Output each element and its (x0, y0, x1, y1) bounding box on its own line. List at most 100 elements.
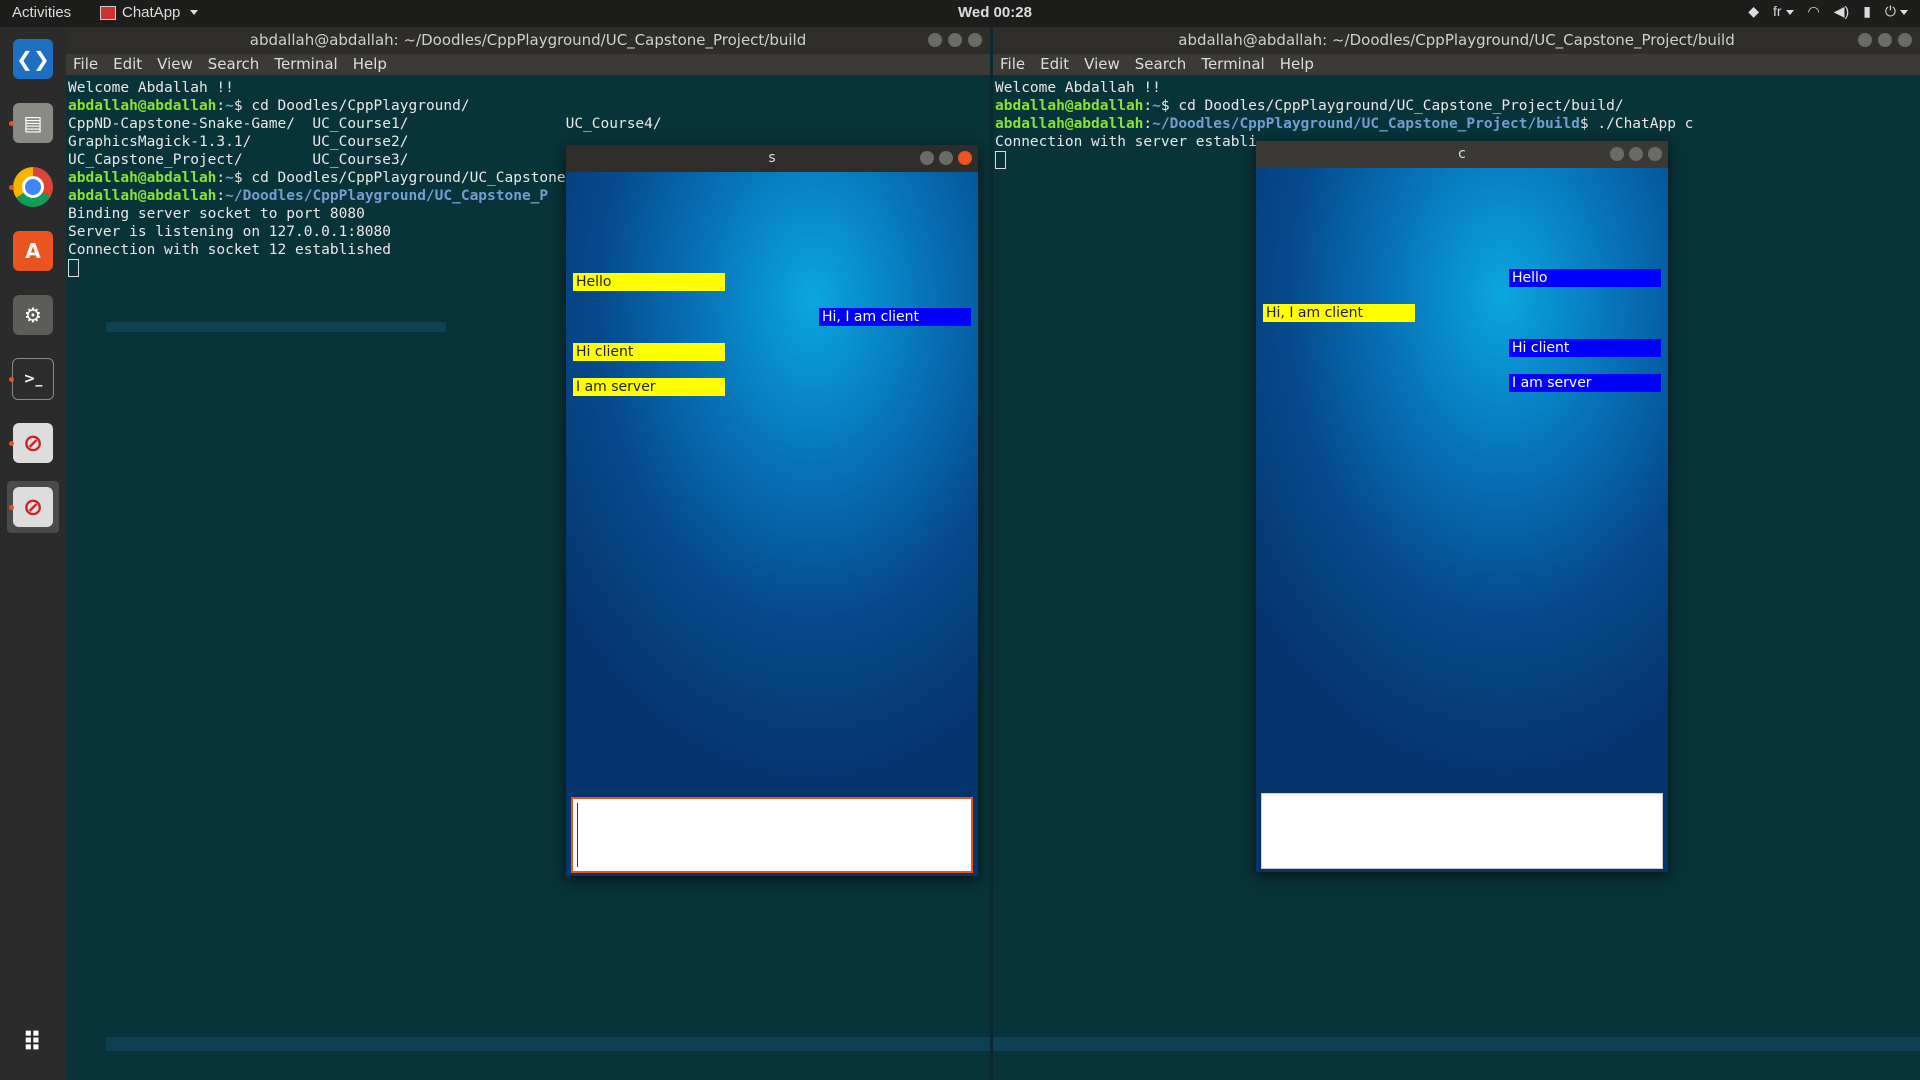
ghost-status-bar (993, 1037, 1920, 1051)
terminal-command: ./ChatApp c (1597, 116, 1694, 132)
menu-help[interactable]: Help (353, 54, 387, 75)
terminal-title: abdallah@abdallah: ~/Doodles/CppPlaygrou… (249, 31, 807, 49)
prompt-path: ~ (1152, 98, 1161, 114)
chat-bubble-received: Hi, I am client (819, 308, 971, 326)
close-button[interactable] (968, 33, 982, 47)
dock-settings[interactable]: ⚙ (7, 289, 59, 341)
app-menu[interactable]: ChatApp (100, 4, 199, 21)
chatapp-menu-icon (100, 5, 116, 20)
wifi-icon[interactable]: ◠ (1808, 3, 1820, 20)
server-chat-window[interactable]: s Hello Hi, I am client Hi client I am s… (566, 145, 978, 876)
window-controls (920, 151, 972, 165)
menu-view[interactable]: View (1084, 54, 1120, 75)
menu-terminal[interactable]: Terminal (1201, 54, 1264, 75)
terminal-command: cd Doodles/CppPlayground/UC_Capstone_Pro… (1178, 98, 1624, 114)
terminal-titlebar[interactable]: abdallah@abdallah: ~/Doodles/CppPlaygrou… (993, 27, 1920, 54)
terminal-title: abdallah@abdallah: ~/Doodles/CppPlaygrou… (1178, 31, 1735, 49)
app-menu-label: ChatApp (122, 4, 181, 21)
minimize-button[interactable] (928, 33, 942, 47)
keyboard-layout[interactable]: fr (1773, 3, 1794, 20)
terminal-line: Server is listening on 127.0.0.1:8080 (68, 224, 392, 240)
dock-software[interactable]: A (7, 225, 59, 277)
dock-terminal[interactable]: >_ (7, 353, 59, 405)
terminal-line: Welcome Abdallah !! (995, 80, 1161, 96)
chat-titlebar[interactable]: c (1256, 141, 1668, 168)
chat-window-title: c (1458, 146, 1466, 162)
chat-bubble-received: Hi client (1509, 339, 1661, 357)
close-button[interactable] (1898, 33, 1912, 47)
prompt-path: ~/Doodles/CppPlayground/UC_Capstone_P (225, 188, 549, 204)
terminal-line: CppND-Capstone-Snake-Game/ UC_Course1/ U… (68, 116, 662, 132)
menu-help[interactable]: Help (1280, 54, 1314, 75)
dock-chrome[interactable] (7, 161, 59, 213)
chat-message-area[interactable]: Hello Hi, I am client Hi client I am ser… (566, 172, 978, 876)
menu-search[interactable]: Search (208, 54, 260, 75)
client-chat-window[interactable]: c Hello Hi, I am client Hi client I am s… (1256, 141, 1668, 872)
top-bar: Activities ChatApp Wed 00:28 ◆ fr ◠ ◀) ▮… (0, 0, 1920, 27)
chat-window-title: s (768, 150, 776, 166)
chevron-down-icon (1785, 9, 1794, 15)
volume-icon[interactable]: ◀) (1834, 3, 1849, 20)
settings-icon: ⚙ (13, 295, 53, 335)
dock-chatapp-1[interactable]: ⊘ (7, 417, 59, 469)
menu-edit[interactable]: Edit (1040, 54, 1069, 75)
terminal-line: Welcome Abdallah !! (68, 80, 234, 96)
dock-show-apps[interactable]: ⠿ (7, 1017, 59, 1069)
dock-files[interactable]: ▤ (7, 97, 59, 149)
minimize-button[interactable] (920, 151, 934, 165)
maximize-button[interactable] (1629, 147, 1643, 161)
power-icon[interactable]: ⏻ (1885, 3, 1908, 20)
terminal-line: Connection with socket 12 established (68, 242, 392, 258)
software-center-icon: A (13, 231, 53, 271)
minimize-button[interactable] (1610, 147, 1624, 161)
dock: ❮❯ ▤ A ⚙ >_ ⊘ ⊘ ⠿ (0, 27, 66, 1080)
terminal-cursor (995, 151, 1006, 169)
terminal-line: Binding server socket to port 8080 (68, 206, 365, 222)
terminal-line: Connection with server establi (995, 134, 1257, 150)
menu-search[interactable]: Search (1135, 54, 1187, 75)
prompt-user: abdallah@abdallah (995, 116, 1144, 132)
menu-edit[interactable]: Edit (113, 54, 142, 75)
chat-bubble-sent: I am server (573, 378, 725, 396)
prompt-path: ~/Doodles/CppPlayground/UC_Capstone_Proj… (1152, 116, 1580, 132)
chat-bubble-received: Hello (1509, 269, 1661, 287)
maximize-button[interactable] (939, 151, 953, 165)
menu-file[interactable]: File (1000, 54, 1025, 75)
close-button[interactable] (958, 151, 972, 165)
show-apps-icon: ⠿ (21, 1028, 45, 1058)
prompt-user: abdallah@abdallah (995, 98, 1144, 114)
terminal-command: cd Doodles/CppPlayground/ (251, 98, 470, 114)
system-tray[interactable]: ◆ fr ◠ ◀) ▮ ⏻ (1748, 3, 1908, 20)
battery-icon[interactable]: ▮ (1863, 3, 1871, 20)
dock-vscode[interactable]: ❮❯ (7, 33, 59, 85)
minimize-button[interactable] (1858, 33, 1872, 47)
menu-file[interactable]: File (73, 54, 98, 75)
chrome-icon (13, 167, 53, 207)
chat-message-area[interactable]: Hello Hi, I am client Hi client I am ser… (1256, 168, 1668, 872)
menu-terminal[interactable]: Terminal (274, 54, 337, 75)
chat-bubble-received: I am server (1509, 374, 1661, 392)
message-input[interactable] (571, 797, 973, 873)
dock-chatapp-2[interactable]: ⊘ (7, 481, 59, 533)
running-indicator (9, 377, 14, 382)
activities-button[interactable]: Activities (12, 4, 71, 21)
chat-titlebar[interactable]: s (566, 145, 978, 172)
ghost-editor-band (106, 322, 446, 332)
close-button[interactable] (1648, 147, 1662, 161)
dropbox-icon[interactable]: ◆ (1748, 3, 1759, 20)
prompt-user: abdallah@abdallah (68, 98, 217, 114)
terminal-menubar: File Edit View Search Terminal Help (66, 54, 990, 75)
prompt-user: abdallah@abdallah (68, 170, 217, 186)
running-indicator (9, 185, 14, 190)
terminal-line: UC_Capstone_Project/ UC_Course3/ (68, 152, 409, 168)
terminal-line: GraphicsMagick-1.3.1/ UC_Course2/ (68, 134, 409, 150)
terminal-cursor (68, 259, 79, 277)
running-indicator (9, 505, 14, 510)
message-input[interactable] (1261, 793, 1663, 869)
maximize-button[interactable] (948, 33, 962, 47)
clock[interactable]: Wed 00:28 (958, 4, 1032, 21)
maximize-button[interactable] (1878, 33, 1892, 47)
menu-view[interactable]: View (157, 54, 193, 75)
chevron-down-icon (1900, 9, 1908, 15)
terminal-titlebar[interactable]: abdallah@abdallah: ~/Doodles/CppPlaygrou… (66, 27, 990, 54)
